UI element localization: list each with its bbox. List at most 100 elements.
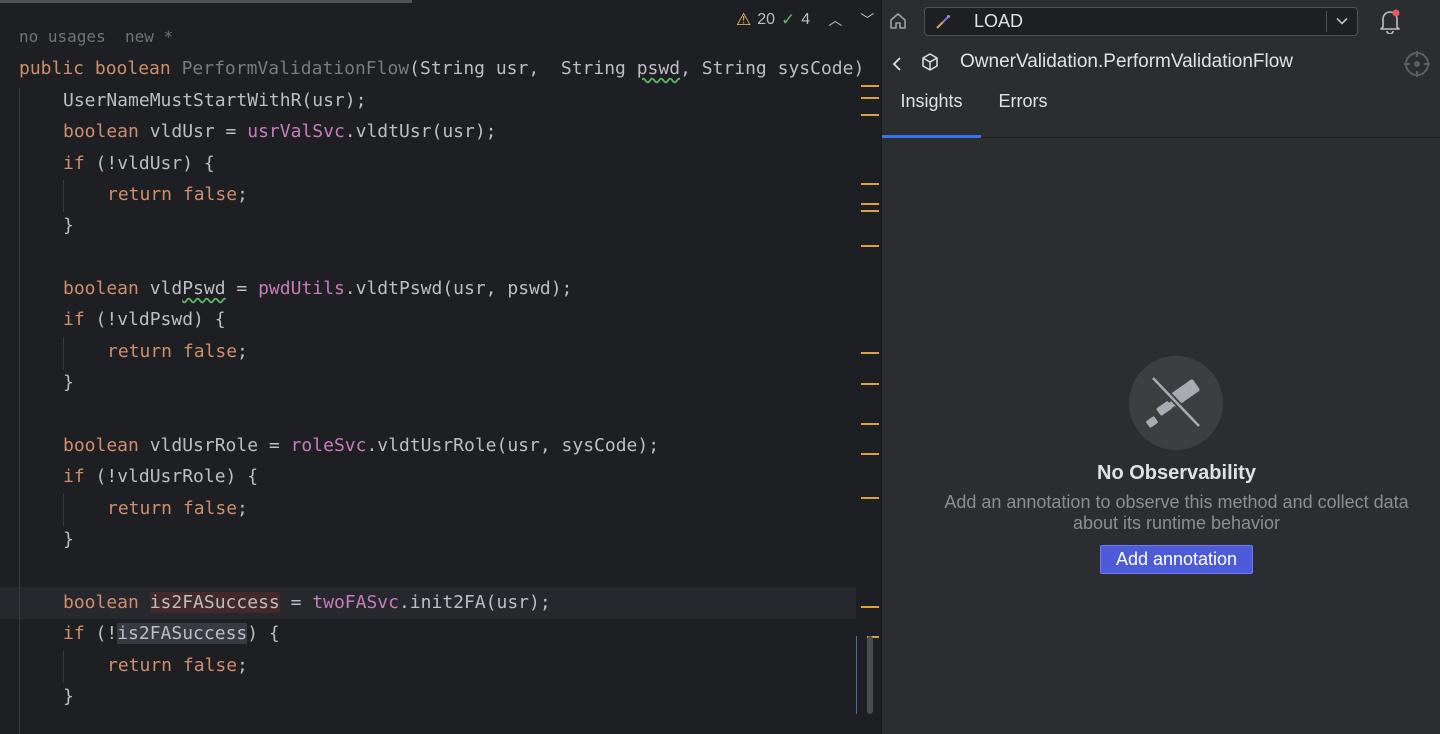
warning-marker[interactable] [861,497,879,499]
code-token[interactable]: } [63,529,74,550]
code-line[interactable]: public boolean PerformValidationFlow(Str… [19,53,864,84]
home-icon[interactable] [889,12,907,30]
code-token[interactable]: if [63,623,96,644]
vertical-scrollbar[interactable] [856,636,879,714]
tab-errors[interactable]: Errors [981,91,1065,137]
code-token[interactable]: if [63,466,96,487]
code-token[interactable]: ; [237,498,248,519]
code-token[interactable]: (!vldPswd) { [96,309,226,330]
code-token[interactable]: } [63,686,74,707]
warnings-count[interactable]: 20 [757,11,775,29]
code-line[interactable]: if (!is2FASuccess) { [63,618,280,649]
crosshair-target-icon[interactable] [1403,50,1431,78]
code-token[interactable]: return false [107,341,237,362]
code-token[interactable]: usrValSvc [247,121,345,142]
no-usages-hint[interactable]: no usages [19,27,106,46]
code-token[interactable]: pswd [637,58,680,79]
code-token[interactable]: PerformValidationFlow [182,58,410,79]
code-token[interactable]: is2FASuccess [117,623,248,644]
warning-marker[interactable] [861,245,879,247]
next-highlight-icon[interactable]: ﹀ [860,10,874,30]
warning-marker[interactable] [861,423,879,425]
checks-count[interactable]: 4 [801,11,810,29]
double-check-icon[interactable]: ✓ [781,10,795,30]
code-token[interactable]: vldUsrRole = [150,435,291,456]
code-token[interactable]: ; [237,184,248,205]
code-token[interactable]: twoFASvc [312,592,399,613]
code-token[interactable]: = [226,278,259,299]
warning-marker[interactable] [861,453,879,455]
code-token[interactable]: vldUsr = [150,121,248,142]
code-line[interactable]: boolean vldPswd = pwdUtils.vldtPswd(usr,… [63,273,572,304]
code-token[interactable]: (String usr, String [409,58,637,79]
code-token[interactable]: public boolean [19,58,182,79]
code-line[interactable]: return false; [107,493,248,524]
code-token[interactable]: boolean [63,592,150,613]
code-token[interactable]: Pswd [182,278,225,299]
scrollbar-thumb[interactable] [867,636,873,714]
tab-insights[interactable]: Insights [882,91,981,138]
code-token[interactable]: ; [237,341,248,362]
code-token[interactable]: is2FASuccess [149,592,280,613]
chevron-down-icon[interactable] [1335,14,1349,28]
code-token[interactable]: ) { [247,623,280,644]
code-line[interactable]: } [63,681,74,712]
code-token[interactable]: .init2FA(usr); [399,592,551,613]
code-line[interactable]: boolean vldUsr = usrValSvc.vldtUsr(usr); [63,116,497,147]
code-line[interactable]: UserNameMustStartWithR(usr); [63,85,366,116]
code-line[interactable]: } [63,524,74,555]
usages-hint[interactable]: no usages new * [19,27,173,46]
code-token[interactable]: .vldtPswd(usr, pswd); [345,278,573,299]
warning-marker[interactable] [861,203,879,205]
code-line[interactable]: boolean is2FASuccess = twoFASvc.init2FA(… [63,587,551,618]
code-token[interactable]: ; [237,655,248,676]
previous-highlight-icon[interactable]: ︿ [828,10,842,30]
warning-marker[interactable] [861,114,879,116]
code-token[interactable]: (!vldUsr) { [96,153,215,174]
code-token[interactable]: vld [150,278,183,299]
code-editor[interactable]: no usages new * public boolean PerformVa… [0,0,881,734]
new-hint[interactable]: new * [125,27,173,46]
bell-icon[interactable] [1379,8,1401,34]
code-token[interactable]: (! [96,623,118,644]
code-token[interactable]: boolean [63,435,150,456]
warning-marker[interactable] [861,85,879,87]
code-token[interactable]: return false [107,498,237,519]
code-token[interactable]: } [63,215,74,236]
code-line[interactable]: if (!vldUsr) { [63,148,215,179]
code-token[interactable]: return false [107,184,237,205]
warning-marker[interactable] [861,183,879,185]
code-line[interactable]: if (!vldUsrRole) { [63,461,258,492]
warning-marker[interactable] [861,97,879,99]
code-line[interactable]: if (!vldPswd) { [63,304,226,335]
code-line[interactable]: } [63,210,74,241]
code-token[interactable]: if [63,153,96,174]
code-token[interactable]: UserNameMustStartWithR(usr); [63,90,366,111]
code-token[interactable]: roleSvc [291,435,367,456]
code-token[interactable]: } [63,372,74,393]
code-token[interactable]: pwdUtils [258,278,345,299]
back-arrow-icon[interactable] [891,56,905,72]
code-token[interactable]: return false [107,655,237,676]
warning-marker[interactable] [861,606,879,608]
warning-marker[interactable] [861,383,879,385]
code-token[interactable]: (!vldUsrRole) { [96,466,259,487]
code-token[interactable]: .vldtUsr(usr); [345,121,497,142]
code-token[interactable]: boolean [63,121,150,142]
code-line[interactable]: } [63,367,74,398]
environment-select[interactable]: LOAD [924,7,1358,36]
code-token[interactable]: if [63,309,96,330]
code-line[interactable]: boolean vldUsrRole = roleSvc.vldtUsrRole… [63,430,659,461]
code-line[interactable]: return false; [107,336,248,367]
warning-marker[interactable] [861,210,879,212]
code-token[interactable]: , String sysCode) [680,58,864,79]
warning-triangle-icon[interactable]: ⚠ [736,10,751,30]
code-token[interactable]: boolean [63,278,150,299]
code-token[interactable]: = [280,592,313,613]
code-token[interactable]: .vldtUsrRole(usr, sysCode); [366,435,659,456]
code-line[interactable]: return false; [107,650,248,681]
horizontal-scrollbar[interactable] [0,0,412,3]
add-annotation-button[interactable]: Add annotation [1100,545,1253,574]
code-line[interactable]: return false; [107,179,248,210]
warning-marker[interactable] [861,352,879,354]
